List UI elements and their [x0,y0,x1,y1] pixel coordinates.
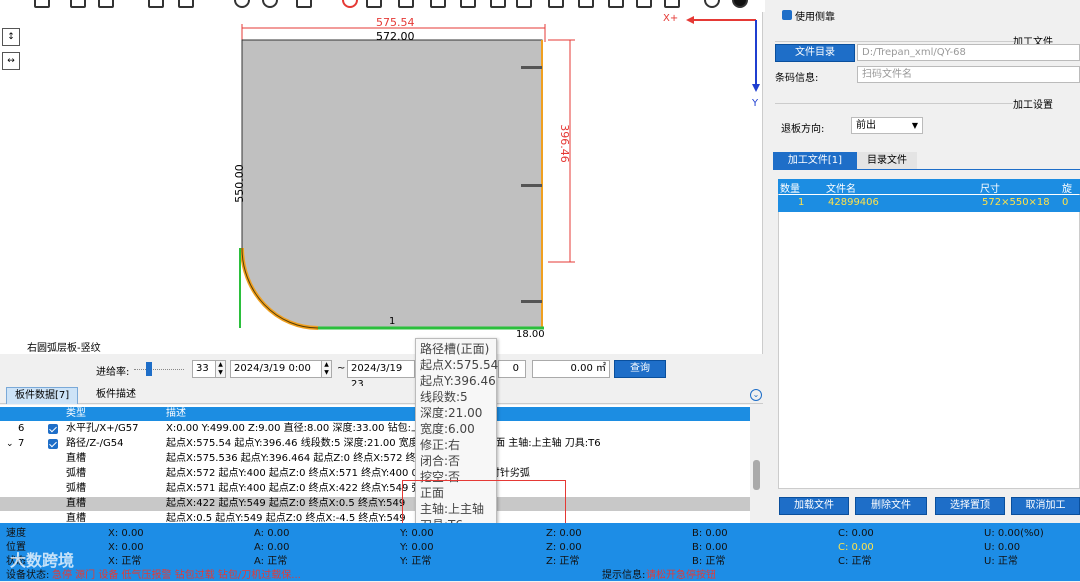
pin-top-button[interactable]: 选择置顶 [935,497,1005,515]
layers-icon[interactable] [516,0,532,8]
dim-right-red-label: 396.46 [557,124,571,163]
hint-text: 请松开急停按钮 [646,570,716,581]
data-tabs: 板件数据[7] 板件描述 ⌄ [0,386,763,404]
date-from-input[interactable]: 2024/3/19 0:00 ▲ ▼ [230,360,332,378]
axis-y-label: Y [752,98,759,109]
row-checkbox[interactable] [48,424,58,434]
cancel-process-button[interactable]: 取消加工 [1011,497,1080,515]
dim-left-label: 550.00 [232,164,246,203]
header-desc: 描述 [166,408,186,419]
filter-bar: 进给率: 33 ▲ ▼ 2024/3/19 0:00 ▲ ▼ ~ 2024/3/19 2… [0,356,763,390]
collapse-icon[interactable]: ⌄ [750,389,762,401]
hint-label: 提示信息: [602,570,646,581]
header-type: 类型 [66,408,86,419]
use-side-label: 使用侧靠 [795,12,835,23]
panel-shape [241,39,543,329]
tool-icon-1[interactable] [34,0,50,8]
barcode-label: 条码信息: [775,73,819,84]
tab-dir-files[interactable]: 目录文件 [857,152,917,169]
edge-label-right: 18.00 [516,329,545,340]
trash-icon[interactable] [578,0,594,8]
table-row[interactable]: ⌄ 7 路径/Z-/G54 起点X:575.54 起点Y:396.46 线段数:… [0,437,750,451]
tool-icon-3[interactable] [98,0,114,8]
tool-icon-5[interactable] [178,0,194,8]
tool-icon-9[interactable] [366,0,382,8]
tab-panel-desc[interactable]: 板件描述 [88,387,144,404]
layers-icon-2[interactable] [548,0,564,8]
tab-process-files[interactable]: 加工文件[1] [773,152,857,169]
tool-icon-14[interactable] [664,0,680,8]
chevron-down-icon: ▼ [911,121,918,130]
top-toolbar [0,0,765,12]
device-status-text: 急停 源门 设备 低气压报警 钻包过载 钻包/刀机过载保... [52,570,301,581]
area-input[interactable]: 0.00 ㎡ [532,360,610,378]
delete-file-button[interactable]: 删除文件 [855,497,927,515]
use-side-checkbox[interactable] [782,10,792,20]
row-checkbox[interactable] [48,439,58,449]
tool-icon-12[interactable] [460,0,476,8]
tool-icon-13[interactable] [490,0,506,8]
record-icon[interactable] [342,0,358,8]
dim-top-red-label: 575.54 [376,16,415,29]
redo-icon[interactable] [636,0,652,8]
table-row[interactable]: 6 水平孔/X+/G57 X:0.00 Y:499.00 Z:9.00 直径:8… [0,422,750,436]
tilde: ~ [337,363,346,374]
feed-input[interactable]: 33 ▲ ▼ [192,360,226,378]
exit-dir-label: 退板方向: [781,124,825,135]
scrollbar-thumb[interactable] [753,460,760,490]
play-icon[interactable] [704,0,720,8]
feed-label: 进给率: [96,367,130,378]
tool-icon-6[interactable] [234,0,250,8]
tool-icon-10[interactable] [398,0,414,8]
stop-icon[interactable] [732,0,748,8]
tool-icon-8[interactable] [296,0,312,8]
hole-2 [521,184,542,187]
part-name: 右圆弧层板-竖纹 [27,343,101,354]
axis-x-label: X+ [663,13,679,24]
file-dir-button[interactable]: 文件目录 [775,44,855,62]
file-list [778,179,1080,489]
load-file-button[interactable]: 加载文件 [779,497,849,515]
exit-dir-select[interactable]: 前出 ▼ [851,117,923,134]
right-panel: 使用侧靠 加工文件 文件目录 D:/Trepan_xml/QY-68 条码信息:… [765,0,1080,523]
section-settings: 加工设置 [1013,100,1053,111]
file-row[interactable]: 1 42899406 572×550×18 0 [778,195,1080,212]
edge-label-bottom: 1 [389,316,396,327]
table-row-selected[interactable]: 直槽 起点X:422 起点Y:549 起点Z:0 终点X:0.5 终点Y:549 [0,497,750,511]
hole-3 [521,300,542,303]
status-panel: 速度 位置 状态 X: 0.00 X: 0.00 X: 正常 A: 0.00 A… [0,523,1080,581]
file-dir-field[interactable]: D:/Trepan_xml/QY-68 [857,44,1080,61]
table-row[interactable]: 直槽 起点X:575.536 起点Y:396.464 起点Z:0 终点X:572… [0,452,750,466]
expand-icon[interactable]: ⌄ [6,437,14,451]
count-input[interactable]: 0 [498,360,526,378]
query-button[interactable]: 查询 [614,360,666,378]
undo-icon[interactable] [608,0,624,8]
dim-top-label: 572.00 [376,30,415,43]
table-row[interactable]: 弧槽 起点X:572 起点Y:400 起点Z:0 终点X:571 终点Y:400… [0,467,750,481]
watermark-text: 大数跨境 [10,551,75,570]
table-row[interactable]: 直槽 起点X:0.5 起点Y:549 起点Z:0 终点X:-4.5 终点Y:54… [0,512,750,523]
date-to-input[interactable]: 2024/3/19 23 [347,360,415,390]
file-list-header: 数量 文件名 尺寸 旋转 [778,179,1080,210]
table-scrollbar[interactable] [750,405,763,523]
data-table: 类型 描述 6 水平孔/X+/G57 X:0.00 Y:499.00 Z:9.0… [0,405,763,523]
tool-icon-2[interactable] [70,0,86,8]
tool-icon-4[interactable] [148,0,164,8]
barcode-input[interactable]: 扫码文件名 [857,66,1080,83]
part-drawing [239,16,760,330]
tab-panel-data[interactable]: 板件数据[7] [6,387,79,404]
row-label-speed: 速度 [6,528,26,539]
feed-slider-thumb[interactable] [146,362,152,376]
hole-1 [521,66,542,69]
table-header: 类型 描述 [0,407,750,421]
tool-icon-7[interactable] [262,0,278,8]
tool-icon-11[interactable] [430,0,446,8]
feed-slider[interactable] [134,369,184,371]
drawing-canvas[interactable]: ↕ ↔ 575.54 572.00 550.00 396.46 X+ Y 1 1… [0,12,763,354]
table-row[interactable]: 弧槽 起点X:571 起点Y:400 起点Z:0 终点X:422 终点Y:549… [0,482,750,496]
